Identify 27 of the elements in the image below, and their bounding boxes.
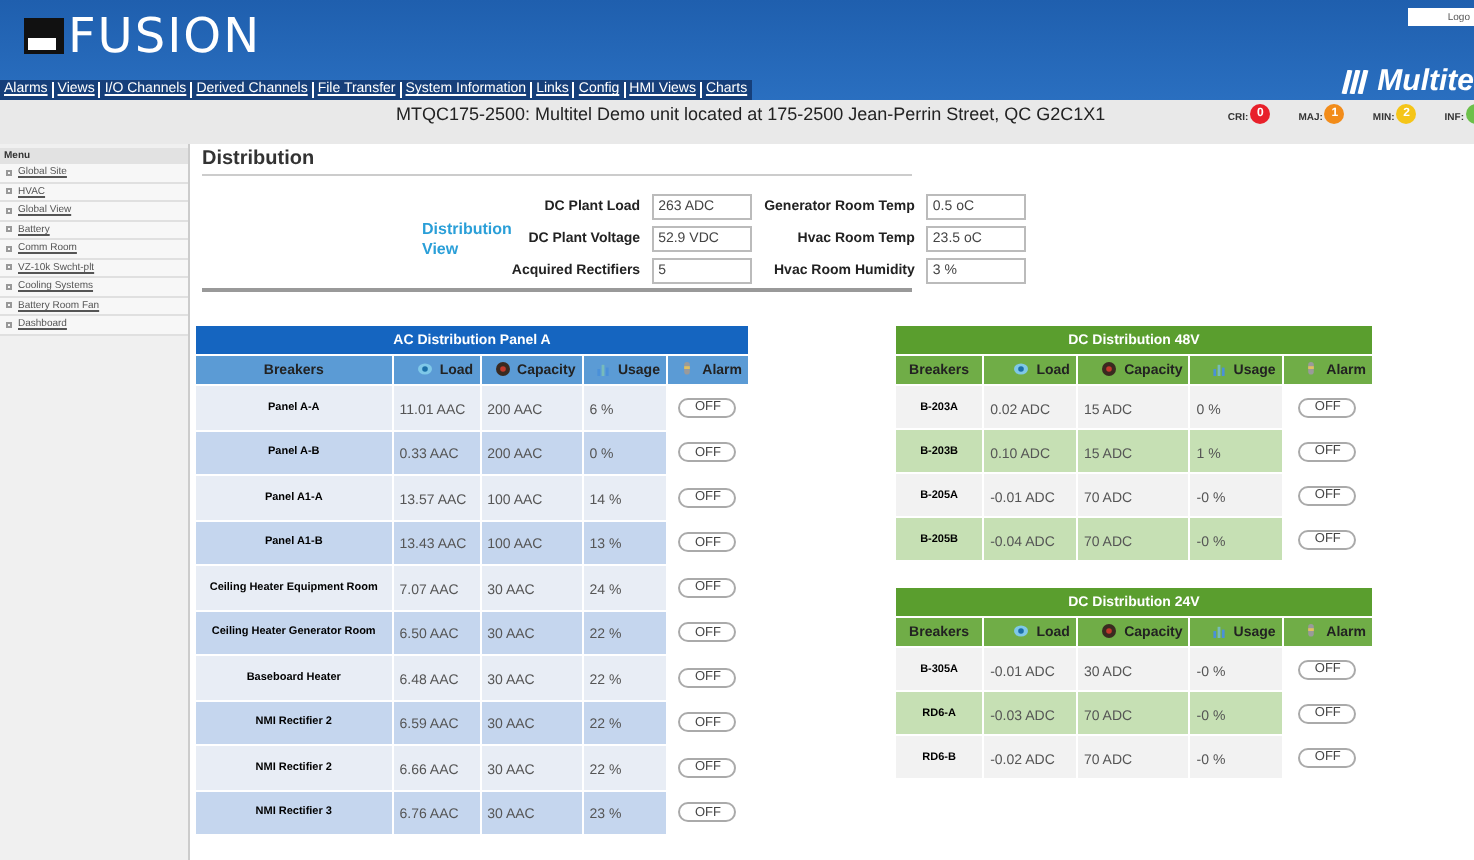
bullet-icon: [6, 321, 12, 328]
bullet-icon: [6, 245, 12, 252]
bar-chart-icon: [1211, 624, 1226, 638]
logo-text: FUSION: [68, 8, 262, 64]
bell-icon: [1304, 624, 1319, 638]
logo-icon: [24, 18, 64, 54]
bullet-icon: [6, 226, 12, 233]
bullet-icon: [6, 302, 12, 309]
bell-icon: [1304, 362, 1319, 376]
eye-icon: [1014, 362, 1029, 376]
bullet-icon: [6, 169, 12, 176]
unit-description: MTQC175-2500: Multitel Demo unit located at 175-2500 Jean-Perrin Street, QC G2C1X1: [396, 104, 1106, 124]
page-title: Distribution: [202, 144, 912, 176]
bell-icon: [680, 362, 695, 376]
brand-logo-icon: [1339, 70, 1372, 94]
brand-name: Multite: [1377, 66, 1474, 98]
bullet-icon: [6, 283, 12, 290]
gauge-icon: [1102, 362, 1117, 376]
bullet-icon: [6, 264, 12, 271]
gauge-icon: [495, 362, 510, 376]
bullet-icon: [6, 207, 12, 214]
eye-icon: [417, 362, 432, 376]
gauge-icon: [1102, 624, 1117, 638]
bullet-icon: [6, 188, 12, 195]
eye-icon: [1014, 624, 1029, 638]
bar-chart-icon: [1211, 362, 1226, 376]
bar-chart-icon: [595, 362, 610, 376]
